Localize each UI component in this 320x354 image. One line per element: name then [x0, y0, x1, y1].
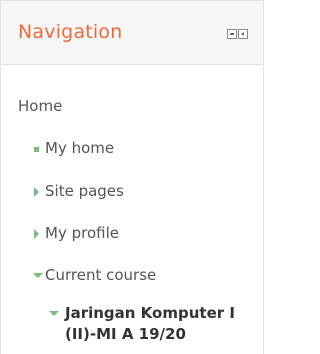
bullet-icon — [34, 147, 39, 152]
block-header: Navigation — [1, 1, 263, 65]
block-title: Navigation — [18, 21, 123, 43]
minimize-icon[interactable] — [227, 29, 237, 39]
nav-item-label: Home — [18, 97, 63, 115]
nav-item-label: Current course — [45, 266, 157, 284]
block-controls — [227, 29, 248, 39]
course-name-line2: (II)-MI A 19/20 — [65, 325, 186, 343]
collapse-arrow-down-icon — [33, 273, 43, 278]
course-name-line1: Jaringan Komputer I — [65, 304, 235, 322]
dock-icon[interactable] — [238, 29, 248, 39]
nav-item-label: My profile — [45, 224, 119, 242]
expand-arrow-right-icon — [34, 229, 39, 239]
expand-arrow-right-icon — [34, 187, 39, 197]
course-link[interactable]: Jaringan Komputer I (II)-MI A 19/20 — [65, 303, 255, 345]
collapse-arrow-down-icon — [49, 311, 59, 316]
nav-item-label: My home — [45, 139, 115, 157]
nav-item-label: Site pages — [45, 182, 124, 200]
navigation-block: Navigation Home My home Site pages My pr… — [0, 0, 264, 354]
